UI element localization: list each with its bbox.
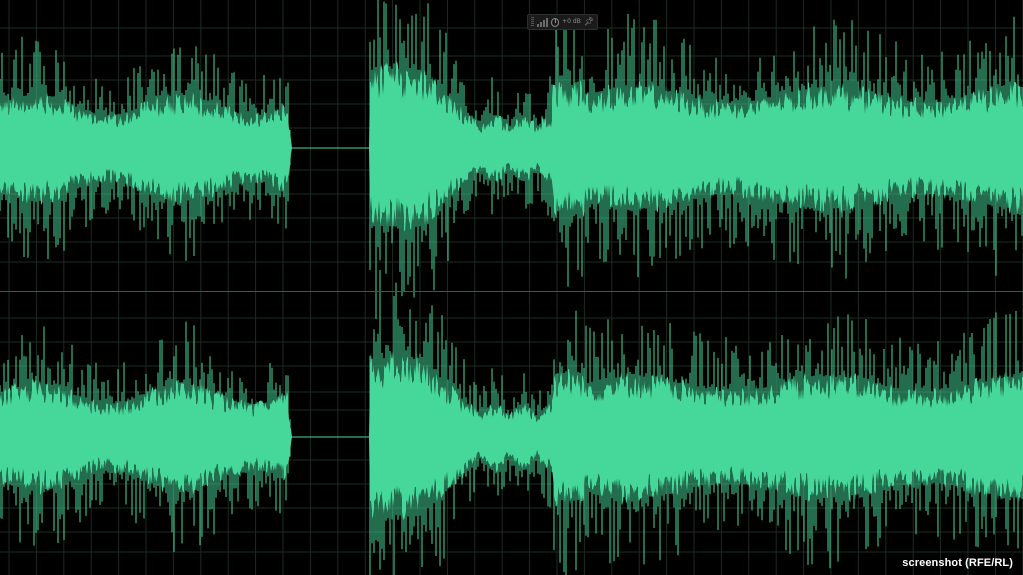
- pin-icon[interactable]: 📌︎: [584, 18, 594, 26]
- waveform-canvas[interactable]: [0, 0, 1023, 575]
- volume-value[interactable]: +0 dB: [562, 19, 581, 25]
- heads-up-display[interactable]: +0 dB 📌︎: [527, 14, 598, 30]
- right-channel-waveform[interactable]: [0, 269, 1023, 575]
- hud-drag-handle[interactable]: [531, 17, 534, 27]
- left-channel-waveform[interactable]: [0, 0, 1023, 319]
- waveform-editor[interactable]: +0 dB 📌︎ screenshot (RFE/RL): [0, 0, 1023, 575]
- image-credit: screenshot (RFE/RL): [902, 557, 1013, 569]
- volume-knob-icon[interactable]: [550, 17, 560, 27]
- level-meter-icon: [536, 17, 548, 27]
